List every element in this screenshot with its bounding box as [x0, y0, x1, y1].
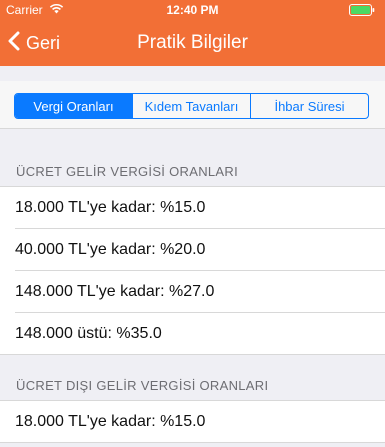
- battery-icon: [349, 4, 375, 16]
- list-item: 40.000 TL'ye kadar: %20.0: [0, 229, 385, 271]
- screen: Carrier 12:40 PM Geri Pratik Bilgiler Ve…: [0, 0, 385, 447]
- tax-rate-list: 18.000 TL'ye kadar: %15.0 40.000 TL'ye k…: [0, 186, 385, 355]
- non-wage-tax-rate-list: 18.000 TL'ye kadar: %15.0: [0, 400, 385, 443]
- section-header: ÜCRET GELİR VERGİSİ ORANLARI: [16, 164, 238, 179]
- list-item: 148.000 TL'ye kadar: %27.0: [0, 271, 385, 313]
- segment-control-area: Vergi Oranları Kıdem Tavanları İhbar Sür…: [0, 81, 385, 129]
- list-item: 18.000 TL'ye kadar: %15.0: [0, 401, 385, 443]
- list-item: 148.000 üstü: %35.0: [0, 313, 385, 355]
- page-title: Pratik Bilgiler: [137, 32, 248, 53]
- navigation-bar: Geri Pratik Bilgiler: [0, 20, 385, 66]
- status-bar: Carrier 12:40 PM: [0, 0, 385, 20]
- segmented-control: Vergi Oranları Kıdem Tavanları İhbar Sür…: [14, 93, 369, 119]
- segment-kidem-tavanlari[interactable]: Kıdem Tavanları: [132, 94, 250, 118]
- section-header: ÜCRET DIŞI GELİR VERGİSİ ORANLARI: [16, 378, 269, 393]
- list-item: 18.000 TL'ye kadar: %15.0: [0, 187, 385, 229]
- segment-ihbar-suresi[interactable]: İhbar Süresi: [250, 94, 368, 118]
- clock: 12:40 PM: [166, 3, 219, 17]
- segment-vergi-oranlari[interactable]: Vergi Oranları: [15, 94, 132, 118]
